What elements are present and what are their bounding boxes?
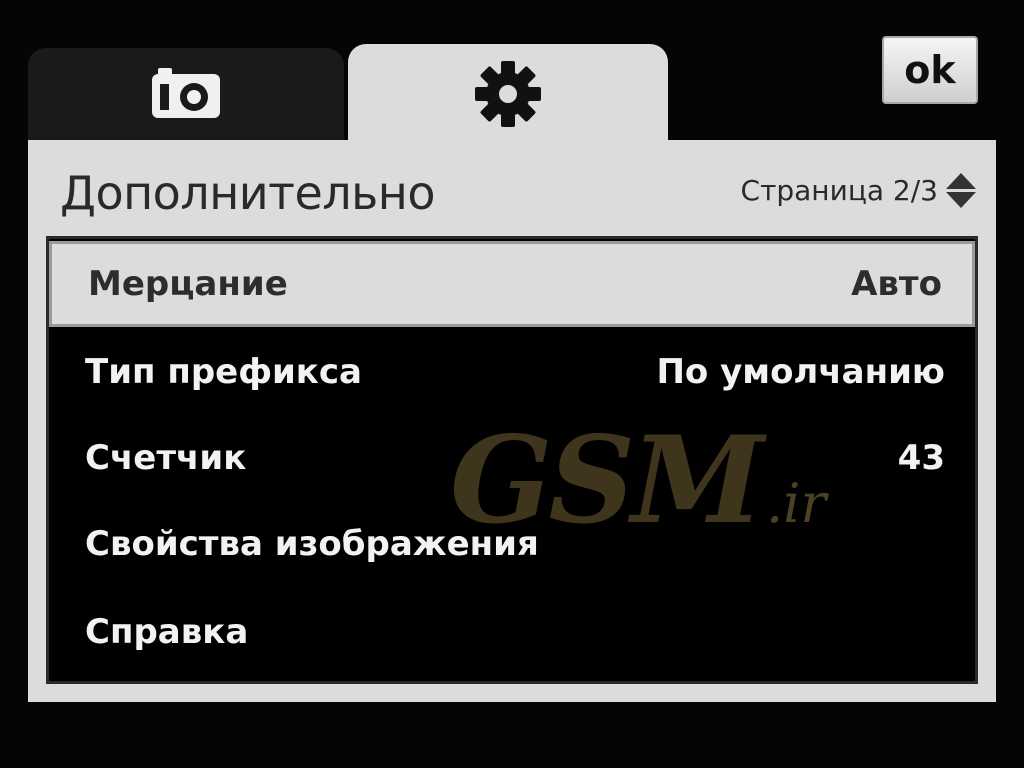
camera-icon: [152, 68, 220, 118]
list-item-label: Тип префикса: [85, 352, 362, 392]
tab-camera[interactable]: [28, 48, 344, 140]
page-scroll-arrows-icon[interactable]: [946, 172, 976, 208]
list-item-value: 43: [897, 438, 945, 478]
page-indicator[interactable]: Страница 2/3: [741, 170, 976, 210]
list-item-value: Авто: [851, 264, 942, 304]
list-item-label: Мерцание: [88, 264, 288, 304]
watermark-main: GSM: [450, 410, 764, 551]
page-title: Дополнительно: [60, 166, 436, 220]
list-item-value: По умолчанию: [656, 352, 945, 392]
list-item-help[interactable]: Справка: [49, 589, 975, 675]
page-indicator-text: Страница 2/3: [740, 173, 938, 207]
list-item-label: Справка: [85, 612, 249, 652]
gear-icon: [475, 61, 541, 127]
tab-settings[interactable]: [348, 44, 668, 144]
list-item-label: Счетчик: [85, 438, 247, 478]
arrow-up-icon[interactable]: [946, 172, 976, 189]
ok-button[interactable]: ok: [882, 36, 978, 104]
list-item-prefix-type[interactable]: Тип префикса По умолчанию: [49, 329, 975, 415]
watermark: GSM .ir: [450, 410, 826, 551]
list-item-flicker[interactable]: Мерцание Авто: [49, 241, 975, 327]
arrow-down-icon[interactable]: [946, 191, 976, 208]
watermark-suffix: .ir: [765, 472, 827, 535]
